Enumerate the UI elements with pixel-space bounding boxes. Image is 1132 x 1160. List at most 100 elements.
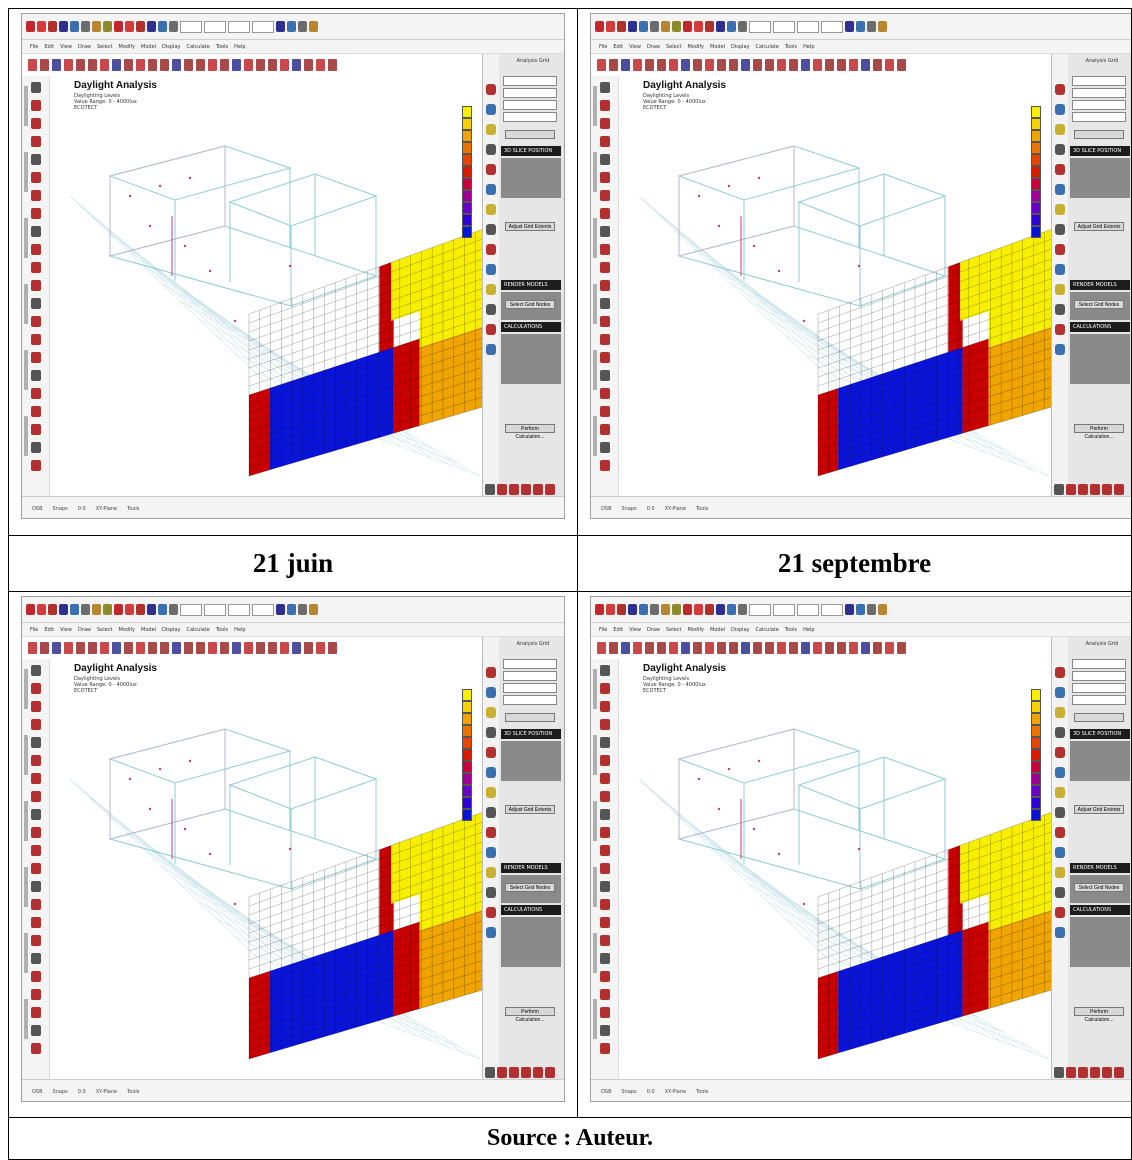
modelling-tool-icon[interactable] (31, 352, 41, 363)
draw-tool-icon[interactable] (316, 642, 325, 654)
panel-section-header[interactable]: CALCULATIONS (1070, 322, 1130, 332)
draw-tool-icon[interactable] (729, 642, 738, 654)
draw-tool-icon[interactable] (124, 59, 133, 71)
page-tab[interactable] (593, 284, 597, 324)
menu-item[interactable]: Modify (118, 44, 135, 50)
menu-item[interactable]: Select (97, 44, 112, 50)
panel-tab-icon[interactable] (1055, 264, 1065, 275)
panel-input-field[interactable] (503, 88, 557, 98)
draw-tool-icon[interactable] (777, 642, 786, 654)
draw-tool-icon[interactable] (657, 59, 666, 71)
modelling-tool-icon[interactable] (31, 809, 41, 820)
toolbar-tool-icon[interactable] (878, 604, 887, 615)
draw-tool-icon[interactable] (136, 59, 145, 71)
draw-tool-icon[interactable] (801, 642, 810, 654)
panel-bottom-icon[interactable] (509, 1067, 519, 1078)
draw-tool-icon[interactable] (729, 59, 738, 71)
page-tab[interactable] (24, 152, 28, 192)
draw-tool-icon[interactable] (184, 642, 193, 654)
toolbar-tool-icon[interactable] (650, 604, 659, 615)
toolbar-tool-icon[interactable] (694, 21, 703, 32)
model-viewport[interactable]: Daylight Analysis Daylighting Levels Value… (619, 659, 1051, 1079)
panel-tab-icon[interactable] (1055, 144, 1065, 155)
panel-bottom-icon[interactable] (497, 484, 507, 495)
panel-tab-icon[interactable] (1055, 767, 1065, 778)
page-tab[interactable] (24, 801, 28, 841)
modelling-tool-icon[interactable] (600, 190, 610, 201)
draw-tool-icon[interactable] (897, 642, 906, 654)
toolbar-tool-icon[interactable] (661, 21, 670, 32)
modelling-tool-icon[interactable] (31, 719, 41, 730)
page-tab[interactable] (24, 284, 28, 324)
model-viewport[interactable]: Daylight Analysis Daylighting Levels Value… (50, 659, 482, 1079)
panel-action-button[interactable]: Select Grid Nodes (1074, 883, 1124, 892)
modelling-tool-icon[interactable] (600, 1025, 610, 1036)
draw-tool-icon[interactable] (88, 642, 97, 654)
panel-tab-icon[interactable] (486, 324, 496, 335)
panel-bottom-icon[interactable] (1090, 1067, 1100, 1078)
draw-tool-icon[interactable] (801, 59, 810, 71)
modelling-tool-icon[interactable] (600, 226, 610, 237)
toolbar-tool-icon[interactable] (70, 21, 79, 32)
panel-tab-icon[interactable] (1055, 84, 1065, 95)
toolbar-tool-icon[interactable] (617, 21, 626, 32)
modelling-tool-icon[interactable] (600, 244, 610, 255)
menu-item[interactable]: Calculate (186, 44, 209, 50)
draw-tool-icon[interactable] (328, 642, 337, 654)
panel-action-button[interactable]: Adjust Grid Extents (1074, 222, 1124, 231)
toolbar-tool-icon[interactable] (158, 21, 167, 32)
panel-section-header[interactable]: 3D SLICE POSITION (501, 146, 561, 156)
draw-tool-icon[interactable] (64, 642, 73, 654)
modelling-tool-icon[interactable] (600, 316, 610, 327)
modelling-tool-icon[interactable] (600, 208, 610, 219)
toolbar-field[interactable] (749, 603, 771, 616)
draw-tool-icon[interactable] (220, 59, 229, 71)
toolbar-tool-icon[interactable] (705, 604, 714, 615)
page-tab[interactable] (593, 152, 597, 192)
draw-tool-icon[interactable] (861, 59, 870, 71)
modelling-tool-icon[interactable] (600, 971, 610, 982)
page-tab[interactable] (593, 218, 597, 258)
menu-item[interactable]: Calculate (755, 44, 778, 50)
draw-tool-icon[interactable] (328, 59, 337, 71)
draw-tool-icon[interactable] (813, 59, 822, 71)
panel-tab-icon[interactable] (1055, 104, 1065, 115)
menu-item[interactable]: File (30, 44, 38, 50)
page-tab[interactable] (593, 999, 597, 1039)
menu-item[interactable]: Calculate (755, 627, 778, 633)
toolbar-tool-icon[interactable] (639, 21, 648, 32)
modelling-tool-icon[interactable] (31, 190, 41, 201)
panel-bottom-icon[interactable] (497, 1067, 507, 1078)
toolbar-tool-icon[interactable] (672, 604, 681, 615)
draw-tool-icon[interactable] (753, 59, 762, 71)
draw-tool-icon[interactable] (136, 642, 145, 654)
panel-tab-icon[interactable] (486, 244, 496, 255)
menu-item[interactable]: Display (731, 44, 749, 50)
draw-tool-icon[interactable] (609, 59, 618, 71)
panel-tab-icon[interactable] (486, 224, 496, 235)
modelling-tool-icon[interactable] (31, 244, 41, 255)
draw-tool-icon[interactable] (681, 642, 690, 654)
panel-tab-icon[interactable] (486, 807, 496, 818)
draw-tool-icon[interactable] (112, 642, 121, 654)
panel-input-field[interactable] (1072, 112, 1126, 122)
panel-bottom-icon[interactable] (545, 1067, 555, 1078)
draw-tool-icon[interactable] (76, 642, 85, 654)
panel-section-header[interactable]: RENDER MODELS (501, 863, 561, 873)
draw-tool-icon[interactable] (148, 59, 157, 71)
menu-item[interactable]: Tools (216, 627, 228, 633)
draw-tool-icon[interactable] (52, 59, 61, 71)
modelling-tool-icon[interactable] (31, 755, 41, 766)
modelling-tool-icon[interactable] (600, 406, 610, 417)
toolbar-tool-icon[interactable] (738, 604, 747, 615)
panel-tab-icon[interactable] (486, 667, 496, 678)
draw-tool-icon[interactable] (633, 642, 642, 654)
modelling-tool-icon[interactable] (600, 827, 610, 838)
toolbar-tool-icon[interactable] (309, 604, 318, 615)
draw-tool-icon[interactable] (897, 59, 906, 71)
modelling-tool-icon[interactable] (31, 935, 41, 946)
toolbar-tool-icon[interactable] (169, 604, 178, 615)
panel-bottom-icon[interactable] (1102, 1067, 1112, 1078)
modelling-tool-icon[interactable] (31, 208, 41, 219)
menu-item[interactable]: Display (162, 627, 180, 633)
